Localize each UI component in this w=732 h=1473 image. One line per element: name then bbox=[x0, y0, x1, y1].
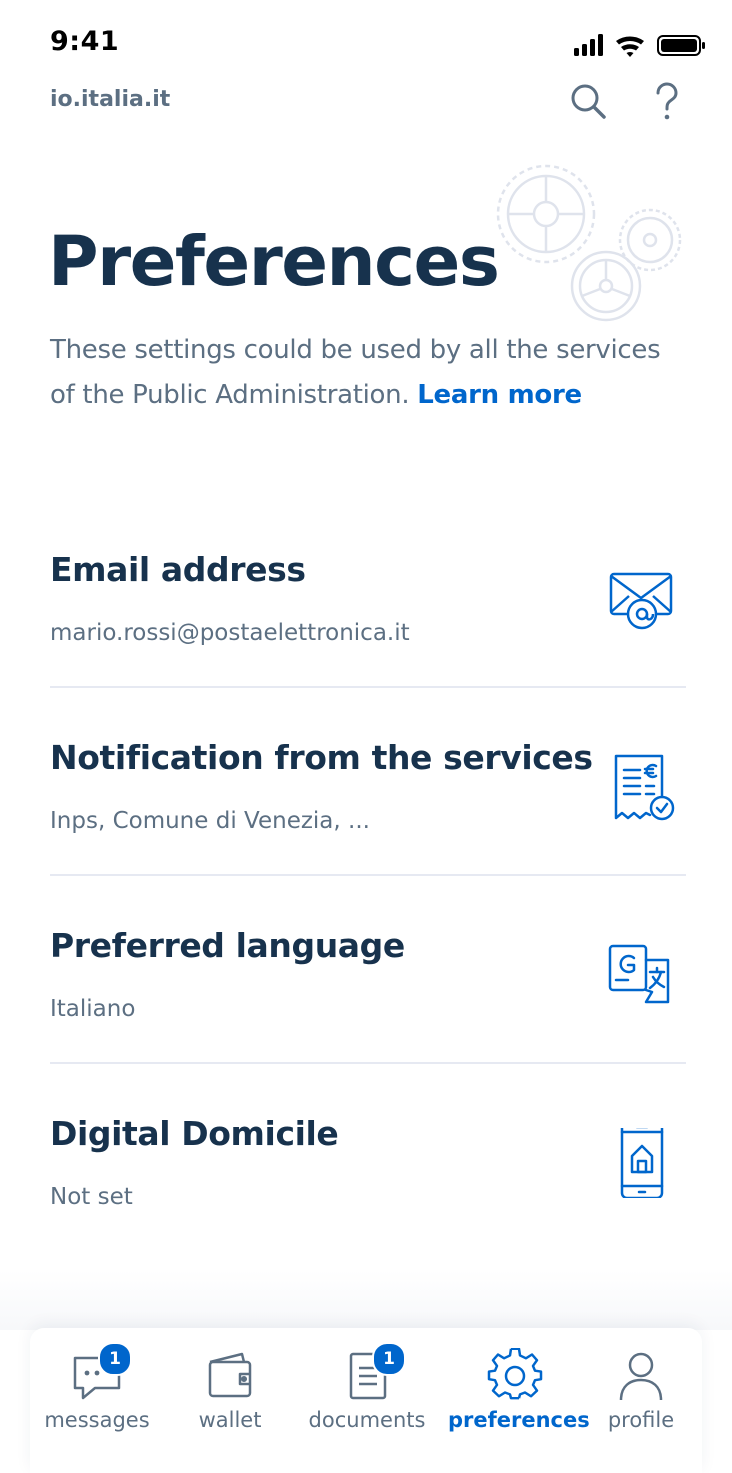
pref-title: Preferred language bbox=[50, 926, 405, 965]
status-time: 9:41 bbox=[50, 26, 120, 57]
tab-label: profile bbox=[607, 1408, 675, 1432]
tab-bar: 1 messages wallet 1 documents preference… bbox=[30, 1328, 702, 1473]
tab-profile[interactable]: profile bbox=[574, 1328, 708, 1448]
pref-item-language[interactable]: Preferred language Italiano bbox=[50, 876, 686, 1064]
email-icon bbox=[609, 572, 673, 630]
pref-value: mario.rossi@postaelettronica.it bbox=[50, 620, 410, 646]
page-description: These settings could be used by all the … bbox=[50, 328, 690, 418]
gears-illustration bbox=[496, 164, 682, 322]
pref-title: Notification from the services bbox=[50, 738, 593, 777]
gear-icon bbox=[487, 1348, 543, 1400]
pref-item-notifications[interactable]: Notification from the services Inps, Com… bbox=[50, 688, 686, 876]
pref-value: Not set bbox=[50, 1184, 133, 1210]
receipt-check-icon bbox=[614, 754, 675, 821]
page-title: Preferences bbox=[48, 222, 500, 302]
tab-preferences[interactable]: preferences bbox=[448, 1328, 590, 1448]
documents-badge: 1 bbox=[372, 1342, 406, 1376]
user-icon bbox=[619, 1352, 663, 1401]
wifi-icon bbox=[616, 36, 644, 57]
status-icons bbox=[574, 34, 705, 57]
pref-value: Italiano bbox=[50, 996, 136, 1022]
tab-wallet[interactable]: wallet bbox=[163, 1328, 297, 1448]
tab-documents[interactable]: 1 documents bbox=[300, 1328, 434, 1448]
pref-title: Digital Domicile bbox=[50, 1114, 339, 1153]
pref-item-email[interactable]: Email address mario.rossi@postaelettroni… bbox=[50, 500, 686, 688]
translate-icon bbox=[608, 944, 670, 1004]
tab-label: wallet bbox=[198, 1408, 262, 1432]
wallet-icon bbox=[208, 1352, 252, 1398]
tab-label: documents bbox=[308, 1408, 426, 1432]
smartphone-home-icon bbox=[620, 1128, 664, 1198]
help-icon bbox=[656, 82, 678, 120]
help-button[interactable] bbox=[644, 79, 688, 123]
app-domain: io.italia.it bbox=[50, 87, 171, 112]
messages-badge: 1 bbox=[98, 1342, 132, 1376]
learn-more-link[interactable]: Learn more bbox=[417, 380, 582, 410]
pref-item-digital-domicile[interactable]: Digital Domicile Not set bbox=[50, 1064, 686, 1252]
battery-icon bbox=[657, 35, 705, 56]
bottom-fade bbox=[0, 1270, 732, 1330]
preferences-list: Email address mario.rossi@postaelettroni… bbox=[50, 500, 686, 1252]
app-header: io.italia.it bbox=[0, 75, 732, 135]
signal-icon bbox=[574, 34, 603, 56]
search-button[interactable] bbox=[566, 79, 610, 123]
tab-messages[interactable]: 1 messages bbox=[30, 1328, 164, 1448]
tab-label: preferences bbox=[448, 1408, 590, 1432]
pref-title: Email address bbox=[50, 550, 306, 589]
search-icon bbox=[571, 84, 606, 119]
pref-value: Inps, Comune di Venezia, ... bbox=[50, 808, 370, 834]
tab-label: messages bbox=[44, 1408, 150, 1432]
